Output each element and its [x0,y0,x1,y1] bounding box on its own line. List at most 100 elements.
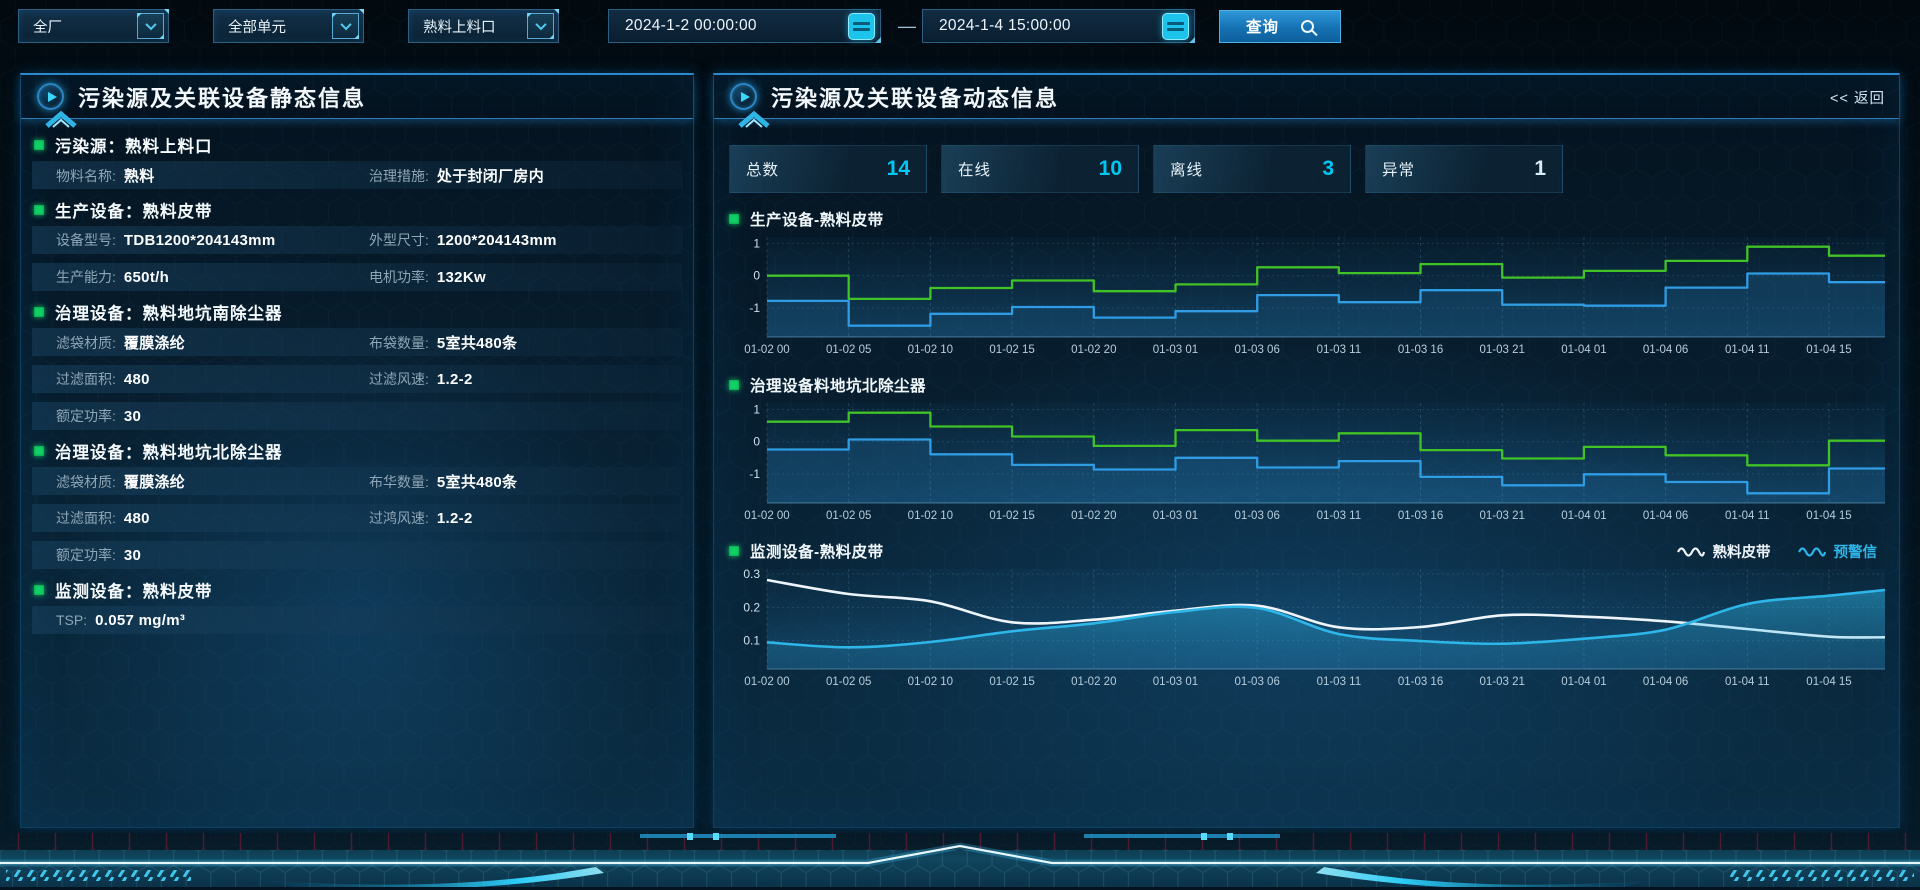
svg-text:01-03 21: 01-03 21 [1480,510,1525,522]
info-row: 额定功率:30 [32,402,682,430]
info-cell: 设备型号:TDB1200*204143mm [56,230,369,250]
bullet-icon [34,140,44,150]
svg-text:0.2: 0.2 [743,600,760,614]
stat-card: 离线 3 [1153,145,1351,193]
svg-text:01-04 01: 01-04 01 [1561,510,1606,522]
svg-text:01-02 20: 01-02 20 [1071,676,1116,688]
stat-card: 总数 14 [729,145,927,193]
svg-text:01-02 00: 01-02 00 [744,676,789,688]
svg-text:1: 1 [753,236,760,250]
topbar: 全厂 全部单元 熟料上料口 2024-1-2 00:00:00 — 2024-1… [18,9,1341,43]
squiggle-line-icon [1797,545,1827,557]
stat-label: 在线 [958,158,991,180]
chevron-down-icon[interactable] [527,13,554,39]
unit-select[interactable]: 全部单元 [213,9,364,43]
field-label: TSP: [56,612,87,628]
chart-header: 生产设备-熟料皮带 [729,207,1889,231]
search-icon [1301,20,1314,33]
section-header: 监测设备：熟料皮带 [34,578,682,602]
svg-text:01-04 15: 01-04 15 [1806,344,1851,356]
svg-text:01-03 21: 01-03 21 [1480,676,1525,688]
chart-title: 生产设备-熟料皮带 [750,208,884,230]
svg-text:01-03 01: 01-03 01 [1153,510,1198,522]
info-row: TSP:0.057 mg/m³ [32,606,682,634]
chevron-down-icon[interactable] [332,13,359,39]
svg-text:0.1: 0.1 [743,634,760,648]
corner-bracket [941,145,952,156]
bullet-icon [34,446,44,456]
stat-value: 3 [1322,157,1334,181]
legend-item[interactable]: 熟料皮带 [1676,541,1771,562]
svg-text:01-02 20: 01-02 20 [1071,510,1116,522]
source-select-value: 熟料上料口 [423,16,527,37]
field-value: 30 [124,547,141,564]
static-info-rows: 污染源：熟料上料口 物料名称:熟料治理措施:处于封闭厂房内 生产设备：熟料皮带 … [21,119,693,634]
svg-text:01-02 05: 01-02 05 [826,676,871,688]
static-info-panel: 污染源及关联设备静态信息 污染源：熟料上料口 物料名称:熟料治理措施:处于封闭厂… [20,73,694,828]
field-value: 1.2-2 [437,371,473,388]
stat-label: 离线 [1170,158,1203,180]
svg-text:01-04 01: 01-04 01 [1561,676,1606,688]
info-cell: 额定功率:30 [56,545,369,565]
section-title: 监测设备：熟料皮带 [55,578,213,602]
chart-legend: 熟料皮带 预警信 [1676,541,1878,562]
back-button[interactable]: << 返回 [1830,87,1885,108]
section-header: 污染源：熟料上料口 [34,133,682,157]
bottom-decoration [0,833,1920,890]
section-title: 生产设备：熟料皮带 [55,198,213,222]
svg-text:01-04 01: 01-04 01 [1561,344,1606,356]
svg-text:01-03 06: 01-03 06 [1234,510,1279,522]
corner-bracket [1340,182,1351,193]
field-label: 额定功率: [56,406,116,426]
charts-area: 生产设备-熟料皮带 01-02 0001-02 0501-02 1001-02 … [714,207,1899,691]
field-value: 650t/h [124,269,169,286]
field-value: 覆膜涤纶 [124,332,185,353]
calendar-icon[interactable] [848,13,875,40]
field-label: 布袋数量: [369,333,429,353]
field-value: 熟料 [124,165,155,186]
chart-plot: 01-02 0001-02 0501-02 1001-02 1501-02 20… [729,233,1891,359]
svg-text:01-02 15: 01-02 15 [989,510,1034,522]
corner-bracket [729,182,740,193]
chart-header: 治理设备料地坑北除尘器 [729,373,1889,397]
plant-select[interactable]: 全厂 [18,9,169,43]
dynamic-info-panel: 污染源及关联设备动态信息 << 返回 总数 14 在线 10 离线 3 [713,73,1900,828]
corner-bracket [916,145,927,156]
field-value: 480 [124,510,150,527]
date-to-input[interactable]: 2024-1-4 15:00:00 [922,9,1195,43]
source-select[interactable]: 熟料上料口 [408,9,559,43]
svg-text:01-02 15: 01-02 15 [989,676,1034,688]
corner-bracket [1340,145,1351,156]
chart-title: 监测设备-熟料皮带 [750,540,884,562]
info-cell: 过鸿风速:1.2-2 [369,508,682,528]
svg-text:01-03 16: 01-03 16 [1398,510,1443,522]
date-from-input[interactable]: 2024-1-2 00:00:00 [608,9,881,43]
field-label: 设备型号: [56,230,116,250]
svg-text:01-03 21: 01-03 21 [1480,344,1525,356]
legend-item[interactable]: 预警信 [1797,541,1878,562]
svg-text:01-02 15: 01-02 15 [989,344,1034,356]
svg-text:01-03 01: 01-03 01 [1153,344,1198,356]
calendar-icon[interactable] [1162,13,1189,40]
svg-text:01-04 06: 01-04 06 [1643,344,1688,356]
field-value: 5室共480条 [437,471,517,492]
query-button[interactable]: 查询 [1219,10,1341,43]
date-range-separator: — [898,16,916,37]
svg-text:01-02 05: 01-02 05 [826,344,871,356]
chevron-down-icon[interactable] [137,13,164,39]
info-row: 物料名称:熟料治理措施:处于封闭厂房内 [32,161,682,189]
svg-text:0: 0 [753,435,760,449]
field-label: 电机功率: [369,267,429,287]
chart-plot: 01-02 0001-02 0501-02 1001-02 1501-02 20… [729,399,1891,525]
section-header: 治理设备：熟料地坑南除尘器 [34,300,682,324]
play-icon [37,83,64,110]
info-cell: 额定功率:30 [56,406,369,426]
unit-select-value: 全部单元 [228,16,332,37]
field-value: 1200*204143mm [437,232,557,249]
svg-text:0: 0 [753,269,760,283]
legend-label: 预警信 [1834,541,1878,562]
field-label: 过滤面积: [56,508,116,528]
field-value: 1.2-2 [437,510,473,527]
svg-text:01-02 00: 01-02 00 [744,510,789,522]
corner-bracket [1128,145,1139,156]
